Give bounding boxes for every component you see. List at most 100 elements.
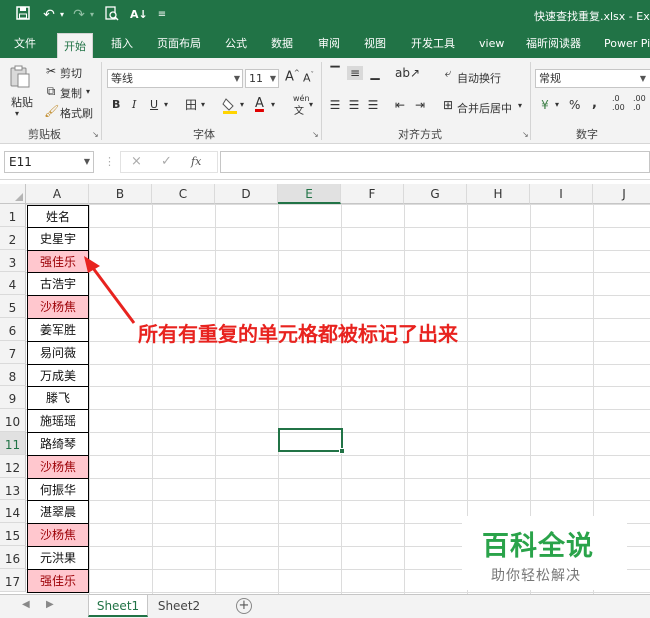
- decrease-decimal-button[interactable]: .00: [633, 94, 646, 103]
- tab-page-layout[interactable]: 页面布局: [157, 30, 201, 58]
- font-group-label: 字体: [193, 128, 215, 141]
- comma-button[interactable]: ,: [592, 96, 597, 111]
- sheet-tab-sheet2[interactable]: Sheet2: [150, 595, 208, 617]
- scroll-left-icon[interactable]: ◀: [22, 599, 30, 610]
- formula-buttons: × ✓ fx: [120, 151, 218, 173]
- italic-button[interactable]: I: [132, 98, 136, 111]
- redo-dropdown-icon[interactable]: ▾: [88, 6, 96, 24]
- shrink-font-label: A: [303, 71, 311, 85]
- wrap-text-icon[interactable]: ⤶: [441, 66, 455, 80]
- align-middle-icon[interactable]: ≡: [347, 66, 363, 80]
- title-bar: ↶ ▾ ↷ ▾ A↓ ≡ 快速查找重复.xlsx - Ex: [0, 0, 650, 30]
- chevron-down-icon: ▼: [233, 74, 240, 83]
- customize-icon[interactable]: ≡: [157, 6, 167, 24]
- font-name-value: 等线: [111, 72, 133, 85]
- tab-review[interactable]: 审阅: [318, 30, 340, 58]
- format-painter-icon[interactable]: 🖌: [44, 104, 59, 118]
- copy-button[interactable]: 复制: [60, 85, 82, 101]
- worksheet-grid[interactable]: ABCDEFGHIJ 1 姓名 2 史星宇 3 强佳乐 4 古浩宇 5 沙杨焦 6 姜军胜 7 易问薇 8 万…: [0, 180, 650, 594]
- underline-button[interactable]: U: [150, 98, 158, 111]
- align-left-icon[interactable]: ☰: [328, 98, 342, 112]
- insert-function-icon[interactable]: fx: [191, 155, 201, 168]
- alignment-group-label: 对齐方式: [398, 128, 442, 141]
- underline-dropdown-icon[interactable]: ▾: [164, 100, 168, 109]
- format-painter-button[interactable]: 格式刷: [60, 105, 93, 121]
- tab-power-pivot[interactable]: Power Pi: [604, 30, 650, 58]
- divider: [101, 62, 102, 140]
- align-right-icon[interactable]: ☰: [366, 98, 380, 112]
- tab-file[interactable]: 文件: [14, 30, 36, 58]
- borders-dropdown-icon[interactable]: ▾: [201, 100, 205, 109]
- print-preview-icon[interactable]: [104, 6, 120, 24]
- save-icon[interactable]: [14, 6, 32, 24]
- font-name-combo[interactable]: 等线 ▼: [107, 69, 243, 88]
- add-sheet-icon[interactable]: +: [236, 598, 252, 614]
- fill-color-icon[interactable]: [222, 96, 238, 117]
- decrease-indent-icon[interactable]: ⇤: [393, 98, 407, 112]
- formula-bar: E11 ▼ ⋮ × ✓ fx: [0, 144, 650, 180]
- phonetic-dropdown-icon[interactable]: ▾: [309, 100, 313, 109]
- borders-icon[interactable]: 田: [184, 98, 198, 112]
- font-color-button[interactable]: A: [255, 96, 264, 111]
- wrap-text-button[interactable]: 自动换行: [457, 70, 501, 86]
- font-size-combo[interactable]: 11 ▼: [245, 69, 279, 88]
- annotation-text: 所有有重复的单元格都被标记了出来: [138, 322, 458, 346]
- undo-dropdown-icon[interactable]: ▾: [58, 6, 66, 24]
- name-box[interactable]: E11 ▼: [4, 151, 94, 173]
- merge-center-icon[interactable]: ⊞: [441, 98, 455, 112]
- phonetic-button[interactable]: 文: [294, 102, 304, 117]
- copy-dropdown-icon[interactable]: ▾: [86, 87, 90, 96]
- tab-view[interactable]: 视图: [364, 30, 386, 58]
- number-group-label: 数字: [576, 128, 598, 141]
- arrow-head: [84, 256, 100, 273]
- alignment-launcher-icon[interactable]: ↘: [522, 130, 529, 139]
- redo-icon[interactable]: ↷: [72, 6, 86, 24]
- enter-icon[interactable]: ✓: [161, 154, 172, 169]
- number-format-combo[interactable]: 常规 ▼: [535, 69, 650, 88]
- tab-home[interactable]: 开始: [57, 33, 93, 58]
- shrink-font-button[interactable]: Aˇ: [303, 71, 314, 85]
- formula-bar-grip-icon: ⋮: [104, 155, 115, 168]
- divider: [321, 62, 322, 140]
- orientation-icon[interactable]: ab↗: [395, 66, 420, 80]
- tab-view-en[interactable]: view: [479, 30, 504, 58]
- align-bottom-icon[interactable]: ▁: [368, 66, 382, 80]
- document-title: 快速查找重复.xlsx - Ex: [534, 10, 650, 23]
- font-launcher-icon[interactable]: ↘: [312, 130, 319, 139]
- percent-button[interactable]: %: [569, 98, 580, 112]
- watermark: 百科全说 助你轻松解决: [462, 516, 627, 590]
- increase-decimal-button[interactable]: .0: [612, 94, 620, 103]
- tab-formulas[interactable]: 公式: [225, 30, 247, 58]
- copy-icon[interactable]: ⧉: [44, 84, 58, 98]
- formula-input[interactable]: [220, 151, 650, 173]
- align-center-icon[interactable]: ☰: [347, 98, 361, 112]
- cut-button[interactable]: 剪切: [60, 65, 82, 81]
- increase-indent-icon[interactable]: ⇥: [413, 98, 427, 112]
- grow-font-button[interactable]: A^: [285, 69, 300, 84]
- tab-insert[interactable]: 插入: [111, 30, 133, 58]
- align-top-icon[interactable]: ▔: [328, 66, 342, 80]
- paste-icon[interactable]: [9, 64, 31, 88]
- tab-data[interactable]: 数据: [271, 30, 293, 58]
- scroll-right-icon[interactable]: ▶: [46, 599, 54, 610]
- undo-icon[interactable]: ↶: [42, 6, 56, 24]
- fill-color-dropdown-icon[interactable]: ▾: [240, 100, 244, 109]
- font-color-dropdown-icon[interactable]: ▾: [271, 100, 275, 109]
- watermark-subtitle: 助你轻松解决: [491, 568, 581, 584]
- sort-icon[interactable]: A↓: [130, 6, 148, 24]
- merge-center-button[interactable]: 合并后居中: [457, 100, 512, 116]
- cancel-icon[interactable]: ×: [131, 154, 142, 169]
- paste-dropdown-icon[interactable]: ▾: [15, 109, 19, 118]
- clipboard-launcher-icon[interactable]: ↘: [92, 130, 99, 139]
- tab-foxit-reader[interactable]: 福昕阅读器: [526, 30, 581, 58]
- chevron-down-icon: ▼: [639, 74, 646, 83]
- tab-developer[interactable]: 开发工具: [411, 30, 455, 58]
- merge-dropdown-icon[interactable]: ▾: [518, 101, 522, 110]
- sheet-tab-sheet1[interactable]: Sheet1: [88, 595, 148, 617]
- currency-dropdown-icon[interactable]: ▾: [555, 100, 559, 109]
- scissors-icon[interactable]: ✂: [44, 64, 58, 78]
- ribbon: 粘贴 ▾ ✂ 剪切 ⧉ 复制 ▾ 🖌 格式刷 剪贴板 ↘ 等线 ▼ 11 ▼ A^ …: [0, 58, 650, 144]
- paste-label[interactable]: 粘贴: [11, 94, 33, 110]
- bold-button[interactable]: B: [112, 98, 120, 111]
- currency-icon[interactable]: ¥: [537, 98, 553, 112]
